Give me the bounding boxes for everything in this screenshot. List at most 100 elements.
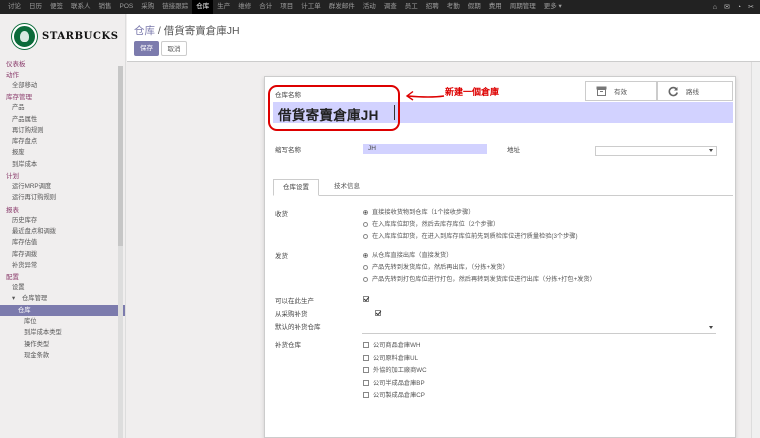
sidebar-item[interactable]: 产品属性: [6, 114, 119, 125]
app-menu-item[interactable]: 链接跟踪: [158, 0, 192, 14]
radio-option[interactable]: 产品先转到发货库位，然后再出库，（分拣+发货）: [363, 264, 596, 276]
tab-technical-info[interactable]: 技术信息: [325, 179, 369, 196]
app-menu-item[interactable]: 更多 ▾: [540, 0, 566, 14]
content-scrollbar[interactable]: [751, 62, 760, 438]
sidebar-item[interactable]: 库存估值: [6, 237, 119, 248]
annotation-highlight-box: [268, 85, 400, 131]
manufacture-checkbox[interactable]: [363, 296, 369, 303]
app-menu-item[interactable]: 员工: [401, 0, 422, 14]
radio-option[interactable]: 在入库库位卸货，在进入到库存库位前先到质检库位进行质量检验(3个步骤): [363, 233, 578, 245]
active-toggle-button[interactable]: 有效: [585, 81, 657, 101]
sidebar-item[interactable]: 运行再订购规则: [6, 192, 119, 203]
radio-button[interactable]: [363, 252, 368, 258]
radio-button[interactable]: [363, 233, 368, 239]
resupply-option[interactable]: 公司半成品倉庫BP: [363, 380, 427, 393]
buy-to-resupply-checkbox[interactable]: [374, 310, 381, 317]
app-menu-item[interactable]: 销售: [95, 0, 116, 14]
checkbox[interactable]: [363, 367, 369, 374]
checkbox[interactable]: [363, 379, 369, 386]
short-name-label: 缩写名称: [275, 147, 301, 154]
app-menu-item[interactable]: 讨论: [4, 0, 25, 14]
sidebar-item[interactable]: 库位: [6, 316, 119, 327]
short-name-input[interactable]: [363, 144, 487, 154]
app-menu-item[interactable]: 计工单: [297, 0, 325, 14]
app-menu-item[interactable]: 考勤: [443, 0, 464, 14]
routes-button[interactable]: 路线: [657, 81, 733, 101]
sidebar-item[interactable]: 报废: [6, 147, 119, 158]
cancel-button[interactable]: 取消: [161, 41, 187, 56]
sidebar-scrollbar[interactable]: [118, 66, 123, 438]
checkbox[interactable]: [363, 354, 369, 361]
app-menu-item[interactable]: 调查: [380, 0, 401, 14]
app-menu-item[interactable]: 采购: [137, 0, 158, 14]
save-button[interactable]: 保存: [134, 41, 159, 56]
default-resupply-select[interactable]: [362, 324, 716, 334]
radio-button[interactable]: [363, 264, 368, 270]
app-menu-item[interactable]: 招聘: [422, 0, 443, 14]
sidebar-item[interactable]: 库存盘点: [6, 136, 119, 147]
sidebar: STARBUCKS 仪表板 动作 全部移动 库存管理 产品 产品属性 再订购规则 库存盘点 报废…: [0, 14, 126, 438]
sidebar-section-heading[interactable]: 仪表板: [6, 61, 119, 69]
app-menu-item[interactable]: 假期: [464, 0, 485, 14]
address-select[interactable]: [595, 146, 717, 156]
sidebar-item[interactable]: 产品: [6, 102, 119, 113]
resupply-option[interactable]: 公司商品倉庫WH: [363, 342, 427, 355]
resupply-option[interactable]: 公司製成品倉庫CP: [363, 392, 427, 405]
sidebar-section-heading[interactable]: 库存管理: [6, 94, 119, 102]
radio-option[interactable]: 直接接收货物到仓库（1个接收步骤）: [363, 209, 578, 221]
tab-warehouse-config[interactable]: 仓库设置: [273, 179, 319, 196]
sidebar-item[interactable]: 设置: [6, 282, 119, 293]
sidebar-section-heading[interactable]: 报表: [6, 207, 119, 215]
sidebar-section-heading[interactable]: 动作: [6, 72, 119, 80]
radio-option[interactable]: 从仓库直接出库（直接发货）: [363, 252, 596, 264]
radio-button[interactable]: [363, 221, 368, 227]
sidebar-item[interactable]: 库存调拨: [6, 249, 119, 260]
app-menu-item[interactable]: 活动: [359, 0, 380, 14]
sidebar-item[interactable]: 到岸成本: [6, 159, 119, 170]
sidebar-item-warehouse-management[interactable]: ▾ 仓库管理: [6, 293, 119, 304]
checkbox[interactable]: [363, 392, 369, 399]
app-menu-item[interactable]: 生产: [213, 0, 234, 14]
app-menu-item[interactable]: 便签: [46, 0, 67, 14]
breadcrumb-parent-link[interactable]: 仓库: [134, 25, 155, 37]
sidebar-item[interactable]: 最近盘点和调拨: [6, 226, 119, 237]
radio-option[interactable]: 产品先转到打包库位进行打包，然后再转到发货库位进行出库（分拣+打包+发货）: [363, 276, 596, 288]
app-menu-item[interactable]: 日历: [25, 0, 46, 14]
sidebar-section-heading[interactable]: 计划: [6, 173, 119, 181]
app-menu-item[interactable]: POS: [116, 0, 138, 14]
home-icon[interactable]: ⌂: [713, 4, 717, 11]
sidebar-item[interactable]: 现金条款: [6, 350, 119, 361]
sidebar-item-warehouses[interactable]: 仓库: [0, 304, 125, 317]
app-menu-item[interactable]: 合计: [255, 0, 276, 14]
radio-button[interactable]: [363, 276, 368, 282]
annotation-arrow-icon: [405, 90, 445, 101]
radio-button[interactable]: [363, 209, 368, 215]
app-menu-item[interactable]: 周期管理: [506, 0, 540, 14]
sidebar-item[interactable]: 补货异常: [6, 260, 119, 271]
sidebar-item[interactable]: 运行MRP调度: [6, 181, 119, 192]
sidebar-item[interactable]: 全部移动: [6, 80, 119, 91]
resupply-option[interactable]: 外協的加工廠商WC: [363, 367, 427, 380]
sidebar-section-heading[interactable]: 配置: [6, 274, 119, 282]
mail-icon[interactable]: ✉: [724, 3, 730, 11]
sidebar-item[interactable]: 再订购规则: [6, 125, 119, 136]
sidebar-item[interactable]: 到岸成本类型: [6, 327, 119, 338]
scissors-icon[interactable]: ✂: [748, 3, 754, 11]
address-label: 地址: [507, 147, 520, 154]
app-menu-item[interactable]: 费用: [485, 0, 506, 14]
app-menu-item[interactable]: 群发邮件: [325, 0, 359, 14]
manufacture-label: 可以在此生产: [275, 298, 314, 305]
sidebar-item[interactable]: 操作类型: [6, 339, 119, 350]
resupply-option[interactable]: 公司原料倉庫UL: [363, 355, 427, 368]
app-menu-item[interactable]: 项目: [276, 0, 297, 14]
app-menu-item[interactable]: 联系人: [67, 0, 95, 14]
radio-option[interactable]: 在入库库位卸货，然后去库存库位（2个步骤）: [363, 221, 578, 233]
checkbox[interactable]: [363, 342, 369, 349]
app-menu-item[interactable]: 维修: [234, 0, 255, 14]
starbucks-logo-icon: [12, 23, 37, 49]
clock-icon[interactable]: ◔: [737, 4, 741, 11]
app-menu-item[interactable]: 仓库: [192, 0, 214, 14]
sidebar-item[interactable]: 历史库存: [6, 215, 119, 226]
short-name-value: JH: [368, 145, 376, 152]
radio-label: 产品先转到发货库位，然后再出库，（分拣+发货）: [372, 264, 509, 271]
